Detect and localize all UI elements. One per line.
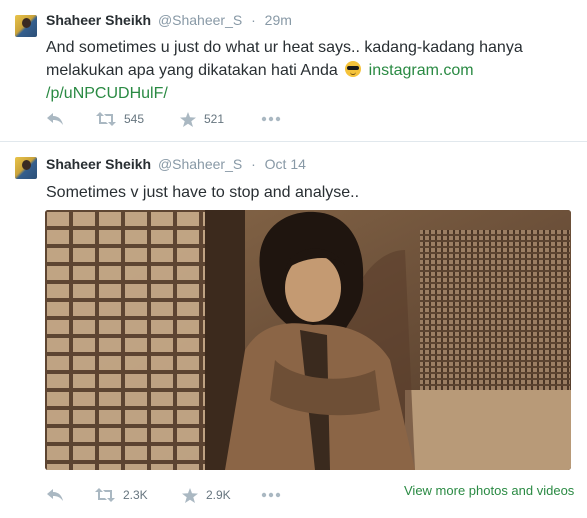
handle[interactable]: @Shaheer_S [158,12,242,28]
retweet-icon [96,112,116,126]
reply-icon [47,113,63,125]
separator-dot: · [251,156,256,172]
more-icon [261,492,281,498]
favorite-count: 2.9K [206,488,231,502]
handle[interactable]: @Shaheer_S [158,156,242,172]
tweet-text-body: Sometimes v just have to stop and analys… [46,184,360,201]
tweet-1: Shaheer Sheikh @Shaheer_S · 29m And some… [0,0,587,142]
reply-button[interactable] [46,109,64,129]
fullname[interactable]: Shaheer Sheikh [46,156,151,172]
favorite-count: 521 [204,112,225,126]
favorite-button[interactable]: 2.9K [182,485,231,505]
timestamp[interactable]: Oct 14 [265,156,306,172]
tweet-link-part2: /p/uNPCUDHulF/ [46,85,168,102]
timestamp[interactable]: 29m [265,12,292,28]
retweet-count: 545 [124,112,145,126]
star-icon [180,111,196,127]
retweet-button[interactable]: 2.3K [95,485,148,505]
more-button[interactable] [261,485,281,505]
sunglasses-emoji-icon [345,61,362,77]
tweet-text: Sometimes v just have to stop and analys… [46,181,566,204]
tweet-2: Shaheer Sheikh @Shaheer_S · Oct 14 Somet… [0,143,587,518]
avatar[interactable] [15,157,37,179]
more-button[interactable] [261,109,281,129]
more-icon [261,116,281,122]
reply-icon [47,489,63,501]
tweet-header: Shaheer Sheikh @Shaheer_S · Oct 14 [46,155,306,173]
retweet-button[interactable]: 545 [96,109,144,129]
tweet-photo[interactable] [45,210,571,470]
avatar[interactable] [15,15,37,37]
tweet-link-part1: instagram.com [368,62,474,79]
photo-image [45,210,571,470]
favorite-button[interactable]: 521 [180,109,224,129]
separator-dot: · [251,12,256,28]
tweet-text: And sometimes u just do what ur heat say… [46,36,566,105]
fullname[interactable]: Shaheer Sheikh [46,12,151,28]
tweet-header: Shaheer Sheikh @Shaheer_S · 29m [46,11,292,29]
retweet-icon [95,488,115,502]
view-more-photos-link[interactable]: View more photos and videos [404,483,574,498]
star-icon [182,487,198,503]
reply-button[interactable] [46,485,64,505]
retweet-count: 2.3K [123,488,148,502]
